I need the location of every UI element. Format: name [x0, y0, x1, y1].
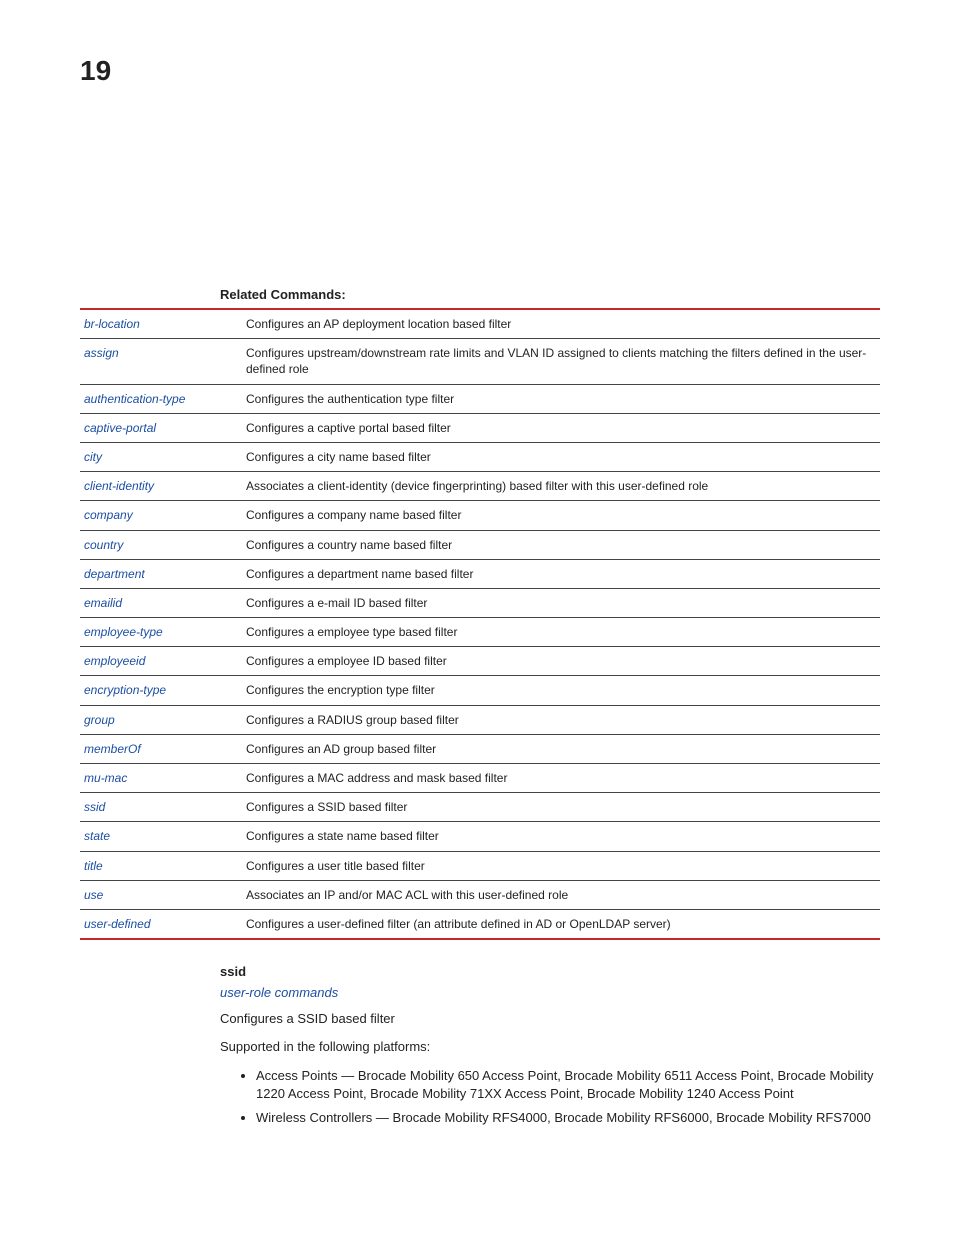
table-row: authentication-typeConfigures the authen… [80, 384, 880, 413]
command-description: Configures a e-mail ID based filter [242, 588, 880, 617]
related-commands-table: br-locationConfigures an AP deployment l… [80, 308, 880, 940]
command-name-link[interactable]: country [80, 530, 242, 559]
command-description: Configures an AD group based filter [242, 734, 880, 763]
ssid-title: ssid [220, 964, 879, 979]
command-name-link[interactable]: state [80, 822, 242, 851]
table-row: user-definedConfigures a user-defined fi… [80, 909, 880, 939]
command-name-link[interactable]: authentication-type [80, 384, 242, 413]
table-row: employeeidConfigures a employee ID based… [80, 647, 880, 676]
command-name-link[interactable]: mu-mac [80, 764, 242, 793]
command-description: Configures a user title based filter [242, 851, 880, 880]
table-row: stateConfigures a state name based filte… [80, 822, 880, 851]
command-description: Associates a client-identity (device fin… [242, 472, 880, 501]
command-name-link[interactable]: city [80, 442, 242, 471]
command-name-link[interactable]: encryption-type [80, 676, 242, 705]
table-row: companyConfigures a company name based f… [80, 501, 880, 530]
command-name-link[interactable]: department [80, 559, 242, 588]
command-description: Configures a state name based filter [242, 822, 880, 851]
command-name-link[interactable]: use [80, 880, 242, 909]
table-row: cityConfigures a city name based filter [80, 442, 880, 471]
table-row: useAssociates an IP and/or MAC ACL with … [80, 880, 880, 909]
command-description: Configures the authentication type filte… [242, 384, 880, 413]
command-name-link[interactable]: employee-type [80, 618, 242, 647]
table-row: captive-portalConfigures a captive porta… [80, 413, 880, 442]
table-row: mu-macConfigures a MAC address and mask … [80, 764, 880, 793]
command-name-link[interactable]: memberOf [80, 734, 242, 763]
table-row: memberOfConfigures an AD group based fil… [80, 734, 880, 763]
command-name-link[interactable]: emailid [80, 588, 242, 617]
command-name-link[interactable]: br-location [80, 309, 242, 339]
user-role-link[interactable]: user-role commands [220, 985, 879, 1000]
supported-text: Supported in the following platforms: [220, 1038, 879, 1056]
command-description: Configures a employee ID based filter [242, 647, 880, 676]
table-row: ssidConfigures a SSID based filter [80, 793, 880, 822]
table-row: emailidConfigures a e-mail ID based filt… [80, 588, 880, 617]
command-name-link[interactable]: user-defined [80, 909, 242, 939]
table-row: encryption-typeConfigures the encryption… [80, 676, 880, 705]
table-row: titleConfigures a user title based filte… [80, 851, 880, 880]
content-block: Related Commands: [220, 287, 879, 302]
command-description: Configures a SSID based filter [242, 793, 880, 822]
page-number: 19 [80, 55, 879, 87]
command-description: Configures a MAC address and mask based … [242, 764, 880, 793]
ssid-description: Configures a SSID based filter [220, 1010, 879, 1028]
command-description: Configures upstream/downstream rate limi… [242, 339, 880, 384]
command-description: Configures an AP deployment location bas… [242, 309, 880, 339]
related-commands-heading: Related Commands: [220, 287, 879, 302]
command-description: Configures a captive portal based filter [242, 413, 880, 442]
command-description: Configures a user-defined filter (an att… [242, 909, 880, 939]
ssid-section: ssid user-role commands Configures a SSI… [220, 964, 879, 1127]
command-name-link[interactable]: company [80, 501, 242, 530]
table-row: client-identityAssociates a client-ident… [80, 472, 880, 501]
command-name-link[interactable]: group [80, 705, 242, 734]
command-name-link[interactable]: assign [80, 339, 242, 384]
page: 19 Related Commands: br-locationConfigur… [0, 0, 954, 1235]
command-description: Configures a country name based filter [242, 530, 880, 559]
command-name-link[interactable]: title [80, 851, 242, 880]
command-description: Configures a city name based filter [242, 442, 880, 471]
table-row: employee-typeConfigures a employee type … [80, 618, 880, 647]
command-description: Associates an IP and/or MAC ACL with thi… [242, 880, 880, 909]
platform-list: Access Points — Brocade Mobility 650 Acc… [238, 1067, 879, 1128]
command-description: Configures a employee type based filter [242, 618, 880, 647]
command-name-link[interactable]: client-identity [80, 472, 242, 501]
table-row: departmentConfigures a department name b… [80, 559, 880, 588]
command-description: Configures a department name based filte… [242, 559, 880, 588]
table-row: assignConfigures upstream/downstream rat… [80, 339, 880, 384]
command-name-link[interactable]: ssid [80, 793, 242, 822]
command-description: Configures the encryption type filter [242, 676, 880, 705]
table-row: countryConfigures a country name based f… [80, 530, 880, 559]
table-row: groupConfigures a RADIUS group based fil… [80, 705, 880, 734]
command-name-link[interactable]: employeeid [80, 647, 242, 676]
table-row: br-locationConfigures an AP deployment l… [80, 309, 880, 339]
command-description: Configures a RADIUS group based filter [242, 705, 880, 734]
command-name-link[interactable]: captive-portal [80, 413, 242, 442]
list-item: Access Points — Brocade Mobility 650 Acc… [256, 1067, 879, 1103]
list-item: Wireless Controllers — Brocade Mobility … [256, 1109, 879, 1127]
command-description: Configures a company name based filter [242, 501, 880, 530]
